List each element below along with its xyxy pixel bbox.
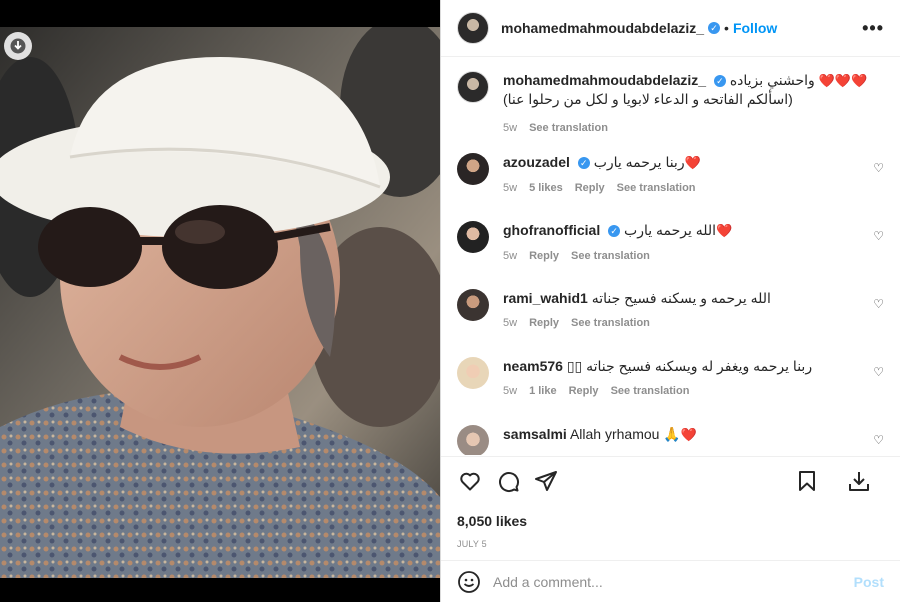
comment-text: ربنا يرحمه ويغفر له ويسكنه فسيح جناته ▯▯ <box>566 358 813 374</box>
action-icons <box>457 467 884 495</box>
download-icon <box>10 38 26 54</box>
photo-panel <box>0 0 440 602</box>
follow-button[interactable]: Follow <box>733 20 777 36</box>
comment-text: Allah yrhamou 🙏 <box>569 426 681 442</box>
comment-time[interactable]: 5w <box>503 250 517 262</box>
comment-item: neam576 ربنا يرحمه ويغفر له ويسكنه فسيح … <box>457 357 884 425</box>
download-button[interactable] <box>4 32 32 60</box>
comment-hearts: ❤️ <box>684 155 701 170</box>
caption-avatar[interactable] <box>457 71 489 103</box>
comment-meta: 5w 5 likes Reply See translation <box>503 182 884 194</box>
author-username[interactable]: mohamedmahmoudabdelaziz_ <box>501 20 704 36</box>
post-comment-button[interactable]: Post <box>854 574 884 590</box>
commenter-avatar[interactable] <box>457 357 489 389</box>
reply-button[interactable]: Reply <box>529 250 559 262</box>
comment-text: ربنا يرحمه يارب <box>593 154 685 170</box>
post-header: mohamedmahmoudabdelaziz_ ✓ • Follow ••• <box>441 0 900 57</box>
caption-line2: (اسألكم الفاتحه و الدعاء لابويا و لكل من… <box>503 91 793 107</box>
reply-button[interactable]: Reply <box>575 182 605 194</box>
post-side-panel: mohamedmahmoudabdelaziz_ ✓ • Follow ••• … <box>440 0 900 602</box>
comment-meta: 5w Reply See translation <box>503 317 884 329</box>
separator-dot: • <box>724 20 729 36</box>
post-photo[interactable] <box>0 27 440 578</box>
comment-text: الله يرحمه و يسكنه فسيح جناته <box>591 290 771 306</box>
verified-icon: ✓ <box>577 157 590 170</box>
commenter-avatar[interactable] <box>457 289 489 321</box>
comment-input[interactable] <box>493 573 854 590</box>
comment-hearts: ❤️ <box>680 427 697 442</box>
like-comment-heart-icon[interactable]: ♡ <box>873 229 884 243</box>
post-date[interactable]: JULY 5 <box>457 539 884 549</box>
comment-likes[interactable]: 1 like <box>529 385 557 397</box>
comment-meta: 5w Reply See translation <box>503 250 884 262</box>
comment-username[interactable]: neam576 <box>503 358 563 374</box>
heart-icon[interactable] <box>457 468 483 494</box>
add-comment-bar: Post <box>441 560 900 602</box>
comment-username[interactable]: ghofranofficial <box>503 222 600 238</box>
commenter-avatar[interactable] <box>457 425 489 455</box>
comment-hearts: ❤️ <box>716 223 733 238</box>
likes-count[interactable]: 8,050 likes <box>457 513 884 529</box>
comment-item: ghofranofficial ✓ الله يرحمه يارب❤️ 5w R… <box>457 221 884 289</box>
caption: mohamedmahmoudabdelaziz_ ✓ واحشني بزياده… <box>457 71 884 139</box>
comment-username[interactable]: azouzadel <box>503 154 570 170</box>
like-comment-heart-icon[interactable]: ♡ <box>873 433 884 447</box>
comments-list[interactable]: mohamedmahmoudabdelaziz_ ✓ واحشني بزياده… <box>441 57 900 455</box>
caption-meta: 5w See translation <box>503 122 884 134</box>
comment-meta: 5w 1 like Reply See translation <box>503 385 884 397</box>
commenter-avatar[interactable] <box>457 153 489 185</box>
post-actions: 8,050 likes JULY 5 <box>441 456 900 549</box>
comment-icon[interactable] <box>495 468 521 494</box>
like-comment-heart-icon[interactable]: ♡ <box>873 365 884 379</box>
comment-time[interactable]: 5w <box>503 385 517 397</box>
see-translation-button[interactable]: See translation <box>571 317 650 329</box>
share-icon[interactable] <box>533 468 559 494</box>
instagram-post-modal: mohamedmahmoudabdelaziz_ ✓ • Follow ••• … <box>0 0 900 602</box>
verified-icon: ✓ <box>713 75 726 88</box>
caption-line1: واحشني بزياده <box>729 72 815 88</box>
comment-time[interactable]: 5w <box>503 317 517 329</box>
reply-button[interactable]: Reply <box>569 385 599 397</box>
comment-item: samsalmi Allah yrhamou 🙏❤️ ♡ <box>457 425 884 455</box>
comment-likes[interactable]: 5 likes <box>529 182 563 194</box>
caption-see-translation[interactable]: See translation <box>529 122 608 134</box>
author-avatar[interactable] <box>457 12 489 44</box>
comment-item: azouzadel ✓ ربنا يرحمه يارب❤️ 5w 5 likes… <box>457 153 884 221</box>
see-translation-button[interactable]: See translation <box>617 182 696 194</box>
comment-username[interactable]: samsalmi <box>503 426 567 442</box>
download-icon[interactable] <box>846 468 872 494</box>
reply-button[interactable]: Reply <box>529 317 559 329</box>
comment-time[interactable]: 5w <box>503 182 517 194</box>
like-comment-heart-icon[interactable]: ♡ <box>873 297 884 311</box>
more-icon[interactable]: ••• <box>862 18 884 39</box>
commenter-avatar[interactable] <box>457 221 489 253</box>
see-translation-button[interactable]: See translation <box>611 385 690 397</box>
see-translation-button[interactable]: See translation <box>571 250 650 262</box>
verified-icon: ✓ <box>708 22 721 34</box>
bookmark-icon[interactable] <box>794 468 820 494</box>
comment-text: الله يرحمه يارب <box>624 222 717 238</box>
verified-icon: ✓ <box>608 225 621 238</box>
caption-username[interactable]: mohamedmahmoudabdelaziz_ <box>503 72 706 88</box>
photo-illustration <box>0 27 440 578</box>
comment-item: rami_wahid1 الله يرحمه و يسكنه فسيح جنات… <box>457 289 884 357</box>
emoji-icon[interactable] <box>457 570 481 594</box>
caption-time[interactable]: 5w <box>503 122 517 134</box>
like-comment-heart-icon[interactable]: ♡ <box>873 161 884 175</box>
caption-hearts: ❤️❤️❤️ <box>818 73 868 88</box>
comment-username[interactable]: rami_wahid1 <box>503 290 588 306</box>
